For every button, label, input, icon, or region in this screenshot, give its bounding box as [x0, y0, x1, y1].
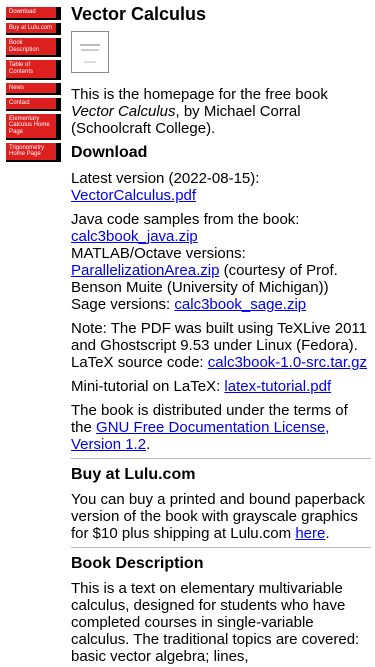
book-description-section: Book Description This is a text on eleme… — [71, 547, 371, 665]
book-cover-thumbnail[interactable] — [71, 31, 109, 73]
gfdl-license-link[interactable]: GNU Free Documentation License, Version … — [71, 419, 329, 453]
nav-book-description[interactable]: Book Description — [6, 38, 61, 58]
sage-zip-link[interactable]: calc3book_sage.zip — [174, 296, 306, 313]
java-label: Java code samples from the book: — [71, 211, 300, 228]
tutorial-paragraph: Mini-tutorial on LaTeX: latex-tutorial.p… — [71, 378, 371, 395]
java-zip-link[interactable]: calc3book_java.zip — [71, 228, 198, 245]
nav-contact[interactable]: Contact — [6, 98, 61, 111]
latest-version-paragraph: Latest version (2022-08-15): VectorCalcu… — [71, 170, 371, 204]
nav-elementary-calculus[interactable]: Elementary Calculus Home Page — [6, 113, 61, 140]
lulu-heading: Buy at Lulu.com — [71, 466, 196, 483]
build-note-paragraph: Note: The PDF was built using TeXLive 20… — [71, 320, 371, 371]
latex-tutorial-link[interactable]: latex-tutorial.pdf — [224, 378, 331, 395]
sage-label: Sage versions: — [71, 296, 175, 313]
tutorial-label: Mini-tutorial on LaTeX: — [71, 378, 225, 395]
matlab-label: MATLAB/Octave versions: — [71, 245, 246, 262]
code-samples-paragraph: Java code samples from the book: calc3bo… — [71, 211, 371, 313]
license-period: . — [146, 436, 151, 453]
book-description-heading: Book Description — [71, 555, 204, 572]
build-note: Note: The PDF was built using TeXLive 20… — [71, 320, 368, 354]
pdf-download-link[interactable]: VectorCalculus.pdf — [71, 187, 196, 204]
license-paragraph: The book is distributed under the terms … — [71, 402, 371, 453]
nav-download[interactable]: Download — [6, 7, 61, 20]
intro-text: This is the homepage for the free book — [71, 86, 328, 103]
sidebar-nav: Download Buy at Lulu.com Book Descriptio… — [6, 7, 61, 165]
book-description-text: This is a text on elementary multivariab… — [71, 580, 360, 665]
lulu-period: . — [325, 525, 330, 542]
matlab-zip-link[interactable]: ParallelizationArea.zip — [71, 262, 219, 279]
lulu-here-link[interactable]: here — [295, 525, 325, 542]
nav-buy-lulu[interactable]: Buy at Lulu.com — [6, 22, 61, 36]
latest-version-label: Latest version (2022-08-15): — [71, 170, 260, 187]
lulu-section: Buy at Lulu.com You can buy a printed an… — [71, 458, 371, 542]
page-title: Vector Calculus — [71, 4, 207, 24]
latex-source-link[interactable]: calc3book-1.0-src.tar.gz — [208, 354, 367, 371]
intro-book-title: Vector Calculus — [71, 103, 176, 120]
lulu-paragraph: You can buy a printed and bound paperbac… — [71, 491, 371, 542]
intro-paragraph: This is the homepage for the free book V… — [71, 86, 371, 137]
download-heading: Download — [71, 144, 148, 161]
nav-news[interactable]: News — [6, 82, 61, 96]
main-content: Vector Calculus This is the homepage for… — [71, 0, 371, 665]
latex-source-label: LaTeX source code: — [71, 354, 208, 371]
nav-table-of-contents[interactable]: Table of Contents — [6, 60, 61, 80]
nav-trigonometry[interactable]: Trigonometry Home Page — [6, 142, 61, 162]
